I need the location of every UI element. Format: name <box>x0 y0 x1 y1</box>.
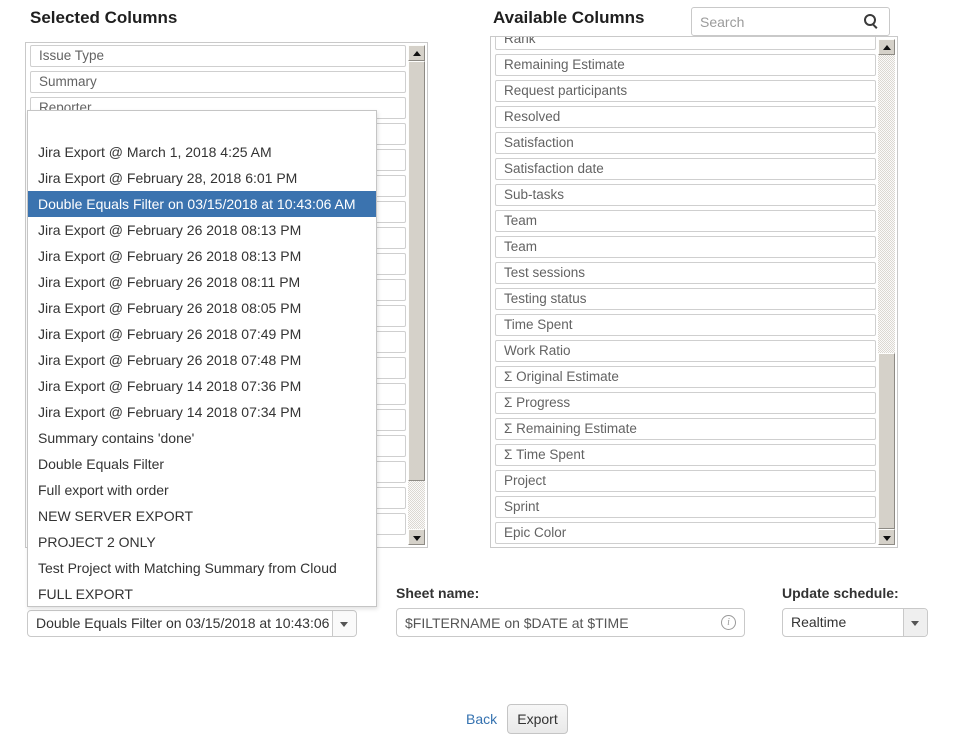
list-item[interactable]: Rank <box>495 37 876 50</box>
filter-dropdown-menu: Jira Export @ March 1, 2018 4:25 AMJira … <box>27 110 377 607</box>
list-item[interactable]: Time Spent <box>495 314 876 336</box>
list-item[interactable]: Σ Progress <box>495 392 876 414</box>
update-schedule-arrow-button[interactable] <box>903 609 927 636</box>
list-item[interactable]: Project <box>495 470 876 492</box>
dropdown-option[interactable]: Jira Export @ March 1, 2018 4:25 AM <box>28 139 376 165</box>
list-item[interactable]: Testing status <box>495 288 876 310</box>
dropdown-option[interactable]: Jira Export @ February 26 2018 07:48 PM <box>28 347 376 373</box>
chevron-down-icon <box>911 621 919 626</box>
sheet-name-label: Sheet name: <box>396 585 479 601</box>
scroll-down-button[interactable] <box>878 529 895 545</box>
list-item[interactable]: Test sessions <box>495 262 876 284</box>
search-icon[interactable] <box>864 14 879 29</box>
dropdown-option[interactable]: Jira Export @ February 26 2018 07:49 PM <box>28 321 376 347</box>
scroll-thumb[interactable] <box>408 61 425 481</box>
info-icon[interactable]: i <box>721 615 736 630</box>
arrow-down-icon <box>413 536 421 541</box>
search-input[interactable] <box>700 9 850 34</box>
arrow-up-icon <box>883 45 891 50</box>
selected-columns-scrollbar[interactable] <box>408 45 425 545</box>
list-item[interactable]: Σ Remaining Estimate <box>495 418 876 440</box>
arrow-up-icon <box>413 51 421 56</box>
list-item[interactable]: Team <box>495 210 876 232</box>
dropdown-option[interactable]: Jira Export @ February 26 2018 08:13 PM <box>28 243 376 269</box>
dropdown-option[interactable]: Jira Export @ February 14 2018 07:34 PM <box>28 399 376 425</box>
scroll-thumb[interactable] <box>878 353 895 529</box>
dropdown-option[interactable]: Jira Export @ February 26 2018 08:05 PM <box>28 295 376 321</box>
scroll-up-button[interactable] <box>408 45 425 61</box>
dropdown-option[interactable]: Test Project with Matching Summary from … <box>28 555 376 581</box>
list-item[interactable]: Resolved <box>495 106 876 128</box>
list-item[interactable]: Sub-tasks <box>495 184 876 206</box>
scroll-down-button[interactable] <box>408 529 425 545</box>
available-columns-listbox: Rank Remaining Estimate Request participan… <box>490 36 898 548</box>
update-schedule-select[interactable]: Realtime <box>782 608 928 637</box>
list-item[interactable]: Satisfaction date <box>495 158 876 180</box>
chevron-down-icon <box>340 622 348 627</box>
filter-select[interactable]: Double Equals Filter on 03/15/2018 at 10… <box>27 610 357 637</box>
update-schedule-value: Realtime <box>791 609 901 636</box>
back-link[interactable]: Back <box>466 711 497 727</box>
scroll-up-button[interactable] <box>878 39 895 55</box>
list-item[interactable]: Σ Time Spent <box>495 444 876 466</box>
dropdown-option[interactable]: NEW SERVER EXPORT <box>28 503 376 529</box>
available-columns-title: Available Columns <box>493 8 644 28</box>
list-item[interactable]: Work Ratio <box>495 340 876 362</box>
dropdown-option[interactable]: Full export with order <box>28 477 376 503</box>
list-item[interactable]: Issue Type <box>30 45 406 67</box>
filter-select-value: Double Equals Filter on 03/15/2018 at 10… <box>36 611 330 636</box>
list-item[interactable]: Team <box>495 236 876 258</box>
dropdown-option[interactable]: Jira Export @ February 26 2018 08:11 PM <box>28 269 376 295</box>
selected-columns-title: Selected Columns <box>30 8 177 28</box>
list-item[interactable]: Request participants <box>495 80 876 102</box>
dropdown-option[interactable]: Summary contains 'done' <box>28 425 376 451</box>
list-item[interactable]: Summary <box>30 71 406 93</box>
dropdown-option[interactable]: FULL EXPORT <box>28 581 376 607</box>
export-button[interactable]: Export <box>507 704 568 734</box>
dropdown-option[interactable]: Jira Export @ February 28, 2018 6:01 PM <box>28 165 376 191</box>
dropdown-option[interactable] <box>28 113 376 139</box>
dropdown-option[interactable]: Jira Export @ February 14 2018 07:36 PM <box>28 373 376 399</box>
list-item[interactable]: Satisfaction <box>495 132 876 154</box>
dropdown-option[interactable]: Double Equals Filter <box>28 451 376 477</box>
list-item[interactable]: Epic Color <box>495 522 876 544</box>
list-item[interactable]: Sprint <box>495 496 876 518</box>
list-item[interactable]: Remaining Estimate <box>495 54 876 76</box>
arrow-down-icon <box>883 536 891 541</box>
dropdown-option[interactable]: PROJECT 2 ONLY <box>28 529 376 555</box>
available-columns-scrollbar[interactable] <box>878 39 895 545</box>
filter-select-arrow-button[interactable] <box>332 611 356 636</box>
update-schedule-label: Update schedule: <box>782 585 899 601</box>
dropdown-option[interactable]: Jira Export @ February 26 2018 08:13 PM <box>28 217 376 243</box>
dropdown-option[interactable]: Double Equals Filter on 03/15/2018 at 10… <box>28 191 376 217</box>
search-box <box>691 7 890 36</box>
list-item[interactable]: Σ Original Estimate <box>495 366 876 388</box>
sheet-name-input[interactable] <box>396 608 745 637</box>
available-columns-list: Rank Remaining Estimate Request participan… <box>491 37 876 547</box>
